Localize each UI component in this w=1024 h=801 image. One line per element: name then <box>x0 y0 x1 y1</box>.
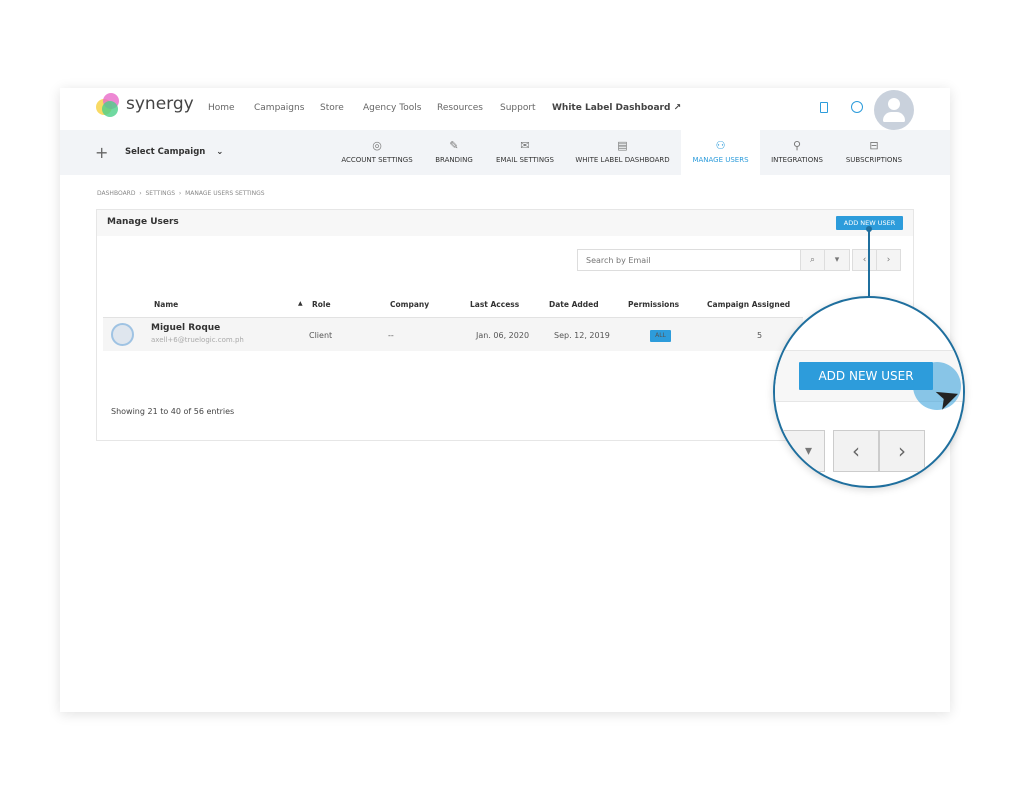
tab-label: ACCOUNT SETTINGS <box>341 156 413 164</box>
search-icon: ⌕ <box>809 255 816 265</box>
nav-resources[interactable]: Resources <box>437 103 483 113</box>
envelope-icon: ✉ <box>520 139 530 152</box>
user-last-access: Jan. 06, 2020 <box>476 331 530 340</box>
entries-info: Showing 21 to 40 of 56 entries <box>111 407 235 416</box>
user-date-added: Sep. 12, 2019 <box>554 331 610 340</box>
callout-dot <box>866 226 872 232</box>
nav-home[interactable]: Home <box>208 103 235 113</box>
breadcrumb-dashboard[interactable]: DASHBOARD <box>97 190 135 197</box>
tab-account-settings[interactable]: ◎ ACCOUNT SETTINGS <box>337 130 417 175</box>
globe-icon[interactable] <box>851 101 863 113</box>
callout-line <box>868 229 870 297</box>
tab-branding[interactable]: ✎ BRANDING <box>428 130 480 175</box>
breadcrumb: DASHBOARD › SETTINGS › MANAGE USERS SETT… <box>97 190 265 197</box>
col-company[interactable]: Company <box>390 300 429 309</box>
nav-support[interactable]: Support <box>500 103 536 113</box>
panel-header <box>97 210 913 236</box>
col-permissions[interactable]: Permissions <box>628 300 679 309</box>
next-page-button[interactable]: › <box>876 249 901 271</box>
filter-button-zoomed[interactable]: ▾ <box>775 430 825 472</box>
col-last-access[interactable]: Last Access <box>470 300 519 309</box>
nav-white-label-dashboard[interactable]: White Label Dashboard ↗ <box>552 103 681 113</box>
user-role: Client <box>309 331 333 340</box>
external-link-icon: ↗ <box>673 103 682 113</box>
tab-manage-users[interactable]: ⚇ MANAGE USERS <box>681 130 760 175</box>
chevron-down-icon: ⌄ <box>216 147 224 157</box>
tab-white-label-dashboard[interactable]: ▤ WHITE LABEL DASHBOARD <box>570 130 675 175</box>
tab-label: SUBSCRIPTIONS <box>845 156 903 164</box>
user-company: -- <box>388 331 394 340</box>
panel-title: Manage Users <box>107 217 179 227</box>
chevron-left-icon: ‹ <box>862 255 867 265</box>
select-campaign-label: Select Campaign <box>125 147 206 157</box>
brand-name: synergy <box>126 94 194 114</box>
col-campaign-assigned[interactable]: Campaign Assigned <box>707 300 790 309</box>
user-name[interactable]: Miguel Roque <box>151 323 220 333</box>
nav-campaigns[interactable]: Campaigns <box>254 103 304 113</box>
pencil-icon: ✎ <box>449 139 459 152</box>
sort-asc-icon[interactable]: ▲ <box>298 300 303 307</box>
prev-page-button[interactable]: ‹ <box>852 249 877 271</box>
avatar[interactable] <box>874 90 914 130</box>
tab-label: EMAIL SETTINGS <box>496 156 554 164</box>
filter-button[interactable]: ▾ <box>824 249 850 271</box>
magnifier: ADD NEW USER ➤ ▾ ‹ › <box>773 296 965 488</box>
nav-store[interactable]: Store <box>320 103 344 113</box>
user-email: axell+6@truelogic.com.ph <box>151 336 244 344</box>
receipt-icon: ⊟ <box>869 139 879 152</box>
tab-email-settings[interactable]: ✉ EMAIL SETTINGS <box>490 130 560 175</box>
breadcrumb-settings[interactable]: SETTINGS <box>146 190 176 197</box>
plug-icon: ⚲ <box>792 139 802 152</box>
col-name[interactable]: Name <box>154 300 178 309</box>
select-campaign-dropdown[interactable]: Select Campaign ⌄ <box>125 147 223 157</box>
col-role[interactable]: Role <box>312 300 331 309</box>
tab-subscriptions[interactable]: ⊟ SUBSCRIPTIONS <box>840 130 908 175</box>
permissions-badge: ALL <box>650 330 671 342</box>
tab-label: WHITE LABEL DASHBOARD <box>575 156 670 164</box>
user-circle-icon: ◎ <box>372 139 382 152</box>
next-page-button-zoomed[interactable]: › <box>879 430 925 472</box>
add-campaign-icon[interactable]: + <box>95 143 108 162</box>
tab-label: MANAGE USERS <box>692 156 749 164</box>
chevron-right-icon: › <box>886 255 891 265</box>
synergy-logo[interactable] <box>96 93 122 119</box>
tab-label: BRANDING <box>435 156 473 164</box>
tab-label: INTEGRATIONS <box>771 156 823 164</box>
breadcrumb-current: MANAGE USERS SETTINGS <box>185 190 265 197</box>
tab-integrations[interactable]: ⚲ INTEGRATIONS <box>764 130 830 175</box>
users-icon: ⚇ <box>715 139 726 152</box>
document-star-icon: ▤ <box>617 139 628 152</box>
user-avatar <box>111 323 134 346</box>
filter-icon: ▾ <box>834 255 840 265</box>
nav-white-label-label: White Label Dashboard <box>552 103 671 113</box>
prev-page-button-zoomed[interactable]: ‹ <box>833 430 879 472</box>
user-campaigns: 5 <box>757 331 763 340</box>
search-email-input[interactable] <box>577 249 801 271</box>
nav-agency-tools[interactable]: Agency Tools <box>363 103 421 113</box>
col-date-added[interactable]: Date Added <box>549 300 599 309</box>
search-button[interactable]: ⌕ <box>800 249 825 271</box>
document-icon[interactable] <box>820 102 828 113</box>
